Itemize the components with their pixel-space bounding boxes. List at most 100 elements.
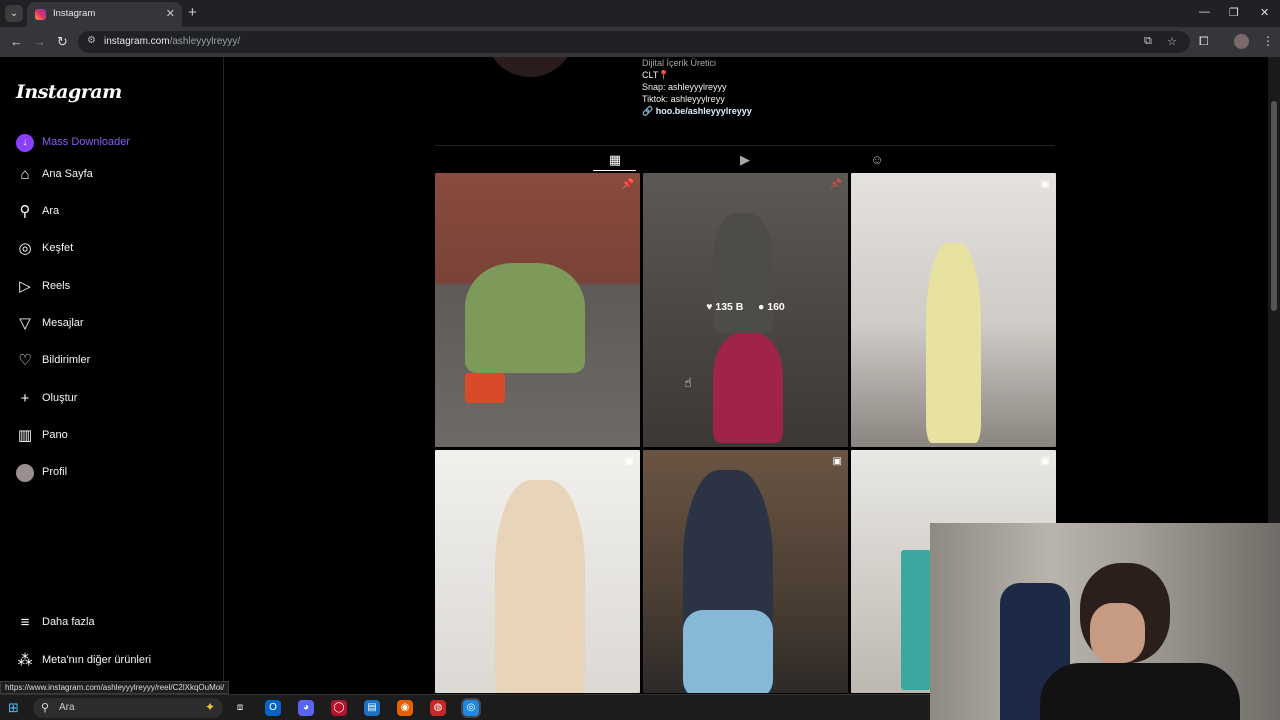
sidebar-item-reels[interactable]: ▷ Reels	[16, 277, 216, 299]
reel-icon: ▣	[1040, 179, 1050, 190]
windows-taskbar: ⊞ ⚲ Ara ✦ ⧈ O ◕ ◯ ▤ ◉ ◍ ◎	[0, 694, 930, 720]
bio-line: Tiktok: ashleyyylreyy	[642, 94, 725, 104]
post-thumbnail[interactable]: ▣	[851, 173, 1056, 447]
scrollbar-thumb[interactable]	[1271, 101, 1277, 311]
status-bar-url: https://www.instagram.com/ashleyyylreyyy…	[0, 681, 230, 694]
sidebar-item-explore[interactable]: ◎ Keşfet	[16, 239, 216, 261]
recorder-icon[interactable]: ◍	[430, 700, 446, 716]
heart-icon: ♡	[18, 352, 32, 369]
pin-icon: 📌	[621, 179, 634, 190]
sidebar-item-label: Meta'nın diğer ürünleri	[42, 654, 152, 666]
post-thumbnail[interactable]: 📌	[435, 173, 640, 447]
reload-icon[interactable]: ↻	[57, 34, 68, 50]
tab-posts[interactable]: ▦	[607, 152, 623, 168]
profile-picture[interactable]	[485, 57, 575, 77]
address-bar[interactable]: ⚙ instagram.com/ashleyyylreyyy/ ⧉ ☆	[78, 31, 1190, 53]
close-tab-icon[interactable]: ✕	[166, 7, 175, 20]
chrome-icon[interactable]: ◎	[463, 700, 479, 716]
post-thumbnail[interactable]: ▣	[435, 450, 640, 693]
webcam-overlay	[930, 523, 1280, 720]
sidebar-item-label: Ana Sayfa	[42, 168, 93, 180]
sidebar-item-label: Daha fazla	[42, 616, 95, 628]
grid-icon: ▦	[608, 152, 622, 167]
sidebar-item-home[interactable]: ⌂ Ana Sayfa	[16, 165, 216, 187]
comment-icon: ●	[757, 301, 765, 313]
post-image-subject	[495, 480, 585, 693]
sidebar-item-search[interactable]: ⚲ Ara	[16, 202, 216, 224]
windows-start-icon[interactable]: ⊞	[8, 700, 19, 716]
copilot-spark-icon: ✦	[204, 700, 215, 714]
instagram-sidebar: Instagram ↓ Mass Downloader ⌂ Ana Sayfa …	[0, 57, 224, 694]
taskbar-search[interactable]: ⚲ Ara ✦	[33, 698, 223, 718]
browser-menu-icon[interactable]: ⋮	[1262, 34, 1274, 48]
sidebar-item-create[interactable]: + Oluştur	[16, 389, 216, 411]
site-info-icon[interactable]: ⚙	[87, 35, 96, 46]
firefox-icon[interactable]: ◉	[397, 700, 413, 716]
browser-tab[interactable]: Instagram ✕	[27, 2, 182, 27]
sidebar-item-label: Pano	[42, 429, 68, 441]
outlook-icon[interactable]: O	[265, 700, 281, 716]
sidebar-item-label: Mesajlar	[42, 317, 84, 329]
sidebar-item-meta-products[interactable]: ⁂ Meta'nın diğer ürünleri	[16, 651, 216, 673]
reel-icon: ▣	[1040, 456, 1050, 467]
sidebar-item-profile[interactable]: Profil	[16, 463, 216, 485]
webcam-person-body	[1040, 663, 1240, 720]
search-icon: ⚲	[41, 702, 50, 714]
task-view-icon[interactable]: ⧈	[232, 700, 248, 716]
file-manager-icon[interactable]: ▤	[364, 700, 380, 716]
bio-link-row[interactable]: 🔗 hoo.be/ashleyyylreyyy	[642, 105, 752, 117]
sidebar-item-dashboard[interactable]: ▥ Pano	[16, 426, 216, 448]
post-image-object	[901, 550, 931, 690]
sidebar-item-label: Keşfet	[42, 242, 74, 254]
dashboard-icon: ▥	[17, 427, 33, 444]
restore-icon[interactable]: ❐	[1229, 6, 1239, 19]
post-image-object	[465, 373, 505, 403]
link-icon: 🔗	[642, 106, 654, 116]
install-app-icon[interactable]: ⧉	[1144, 35, 1152, 48]
post-thumbnail[interactable]: ▣	[643, 450, 848, 693]
webcam-person-face	[1090, 603, 1145, 663]
post-image-subject	[713, 333, 783, 443]
new-tab-button[interactable]: +	[188, 4, 197, 21]
instagram-logo[interactable]: Instagram	[16, 81, 122, 103]
bio-line: Snap: ashleyyylreyyy	[642, 82, 727, 92]
post-image-subject	[926, 243, 981, 443]
bookmark-star-icon[interactable]: ☆	[1167, 35, 1177, 48]
discord-icon[interactable]: ◕	[298, 700, 314, 716]
back-icon[interactable]: ←	[10, 34, 23, 49]
like-count: 135 B	[715, 301, 744, 313]
grid-shapes-icon: ⁂	[17, 652, 33, 669]
sidebar-item-label: Profil	[42, 466, 68, 478]
forward-icon[interactable]: →	[33, 34, 46, 49]
sidebar-item-mass-downloader[interactable]: ↓ Mass Downloader	[16, 133, 216, 155]
sidebar-item-more[interactable]: ≡ Daha fazla	[16, 613, 216, 635]
url-text[interactable]: instagram.com/ashleyyylreyyy/	[104, 36, 240, 47]
reel-icon: ▣	[832, 456, 842, 467]
home-icon: ⌂	[20, 166, 30, 183]
tagged-icon: ☺	[870, 152, 884, 167]
post-thumbnail[interactable]: 📌 ♥ 135 B ● 160	[643, 173, 848, 447]
instagram-favicon-icon	[35, 9, 46, 20]
minimize-icon[interactable]: —	[1199, 6, 1210, 18]
tab-tagged[interactable]: ☺	[869, 152, 885, 168]
search-icon: ⚲	[19, 203, 31, 220]
post-image-subject	[713, 213, 773, 333]
browser-profile-avatar[interactable]	[1234, 34, 1249, 49]
sidebar-item-label: Bildirimler	[42, 354, 91, 366]
tab-reels[interactable]: ▶	[737, 152, 753, 168]
tab-search-button[interactable]: ⌄	[5, 5, 23, 22]
sidebar-item-messages[interactable]: ▽ Mesajlar	[16, 314, 216, 336]
post-hover-stats: ♥ 135 B ● 160	[643, 301, 848, 313]
plus-icon: +	[20, 390, 30, 407]
close-window-icon[interactable]: ✕	[1260, 6, 1269, 19]
sidebar-item-notifications[interactable]: ♡ Bildirimler	[16, 351, 216, 373]
mouse-cursor-icon: ☝	[684, 375, 692, 390]
sidebar-item-label: Oluştur	[42, 392, 78, 404]
pin-icon: 📌	[829, 179, 842, 190]
extensions-icon[interactable]: ⧠	[1199, 34, 1209, 49]
comment-count: 160	[767, 301, 785, 313]
bio-link[interactable]: hoo.be/ashleyyylreyyy	[656, 106, 752, 116]
opera-icon[interactable]: ◯	[331, 700, 347, 716]
hamburger-icon: ≡	[20, 614, 30, 631]
reels-icon: ▷	[19, 278, 31, 295]
